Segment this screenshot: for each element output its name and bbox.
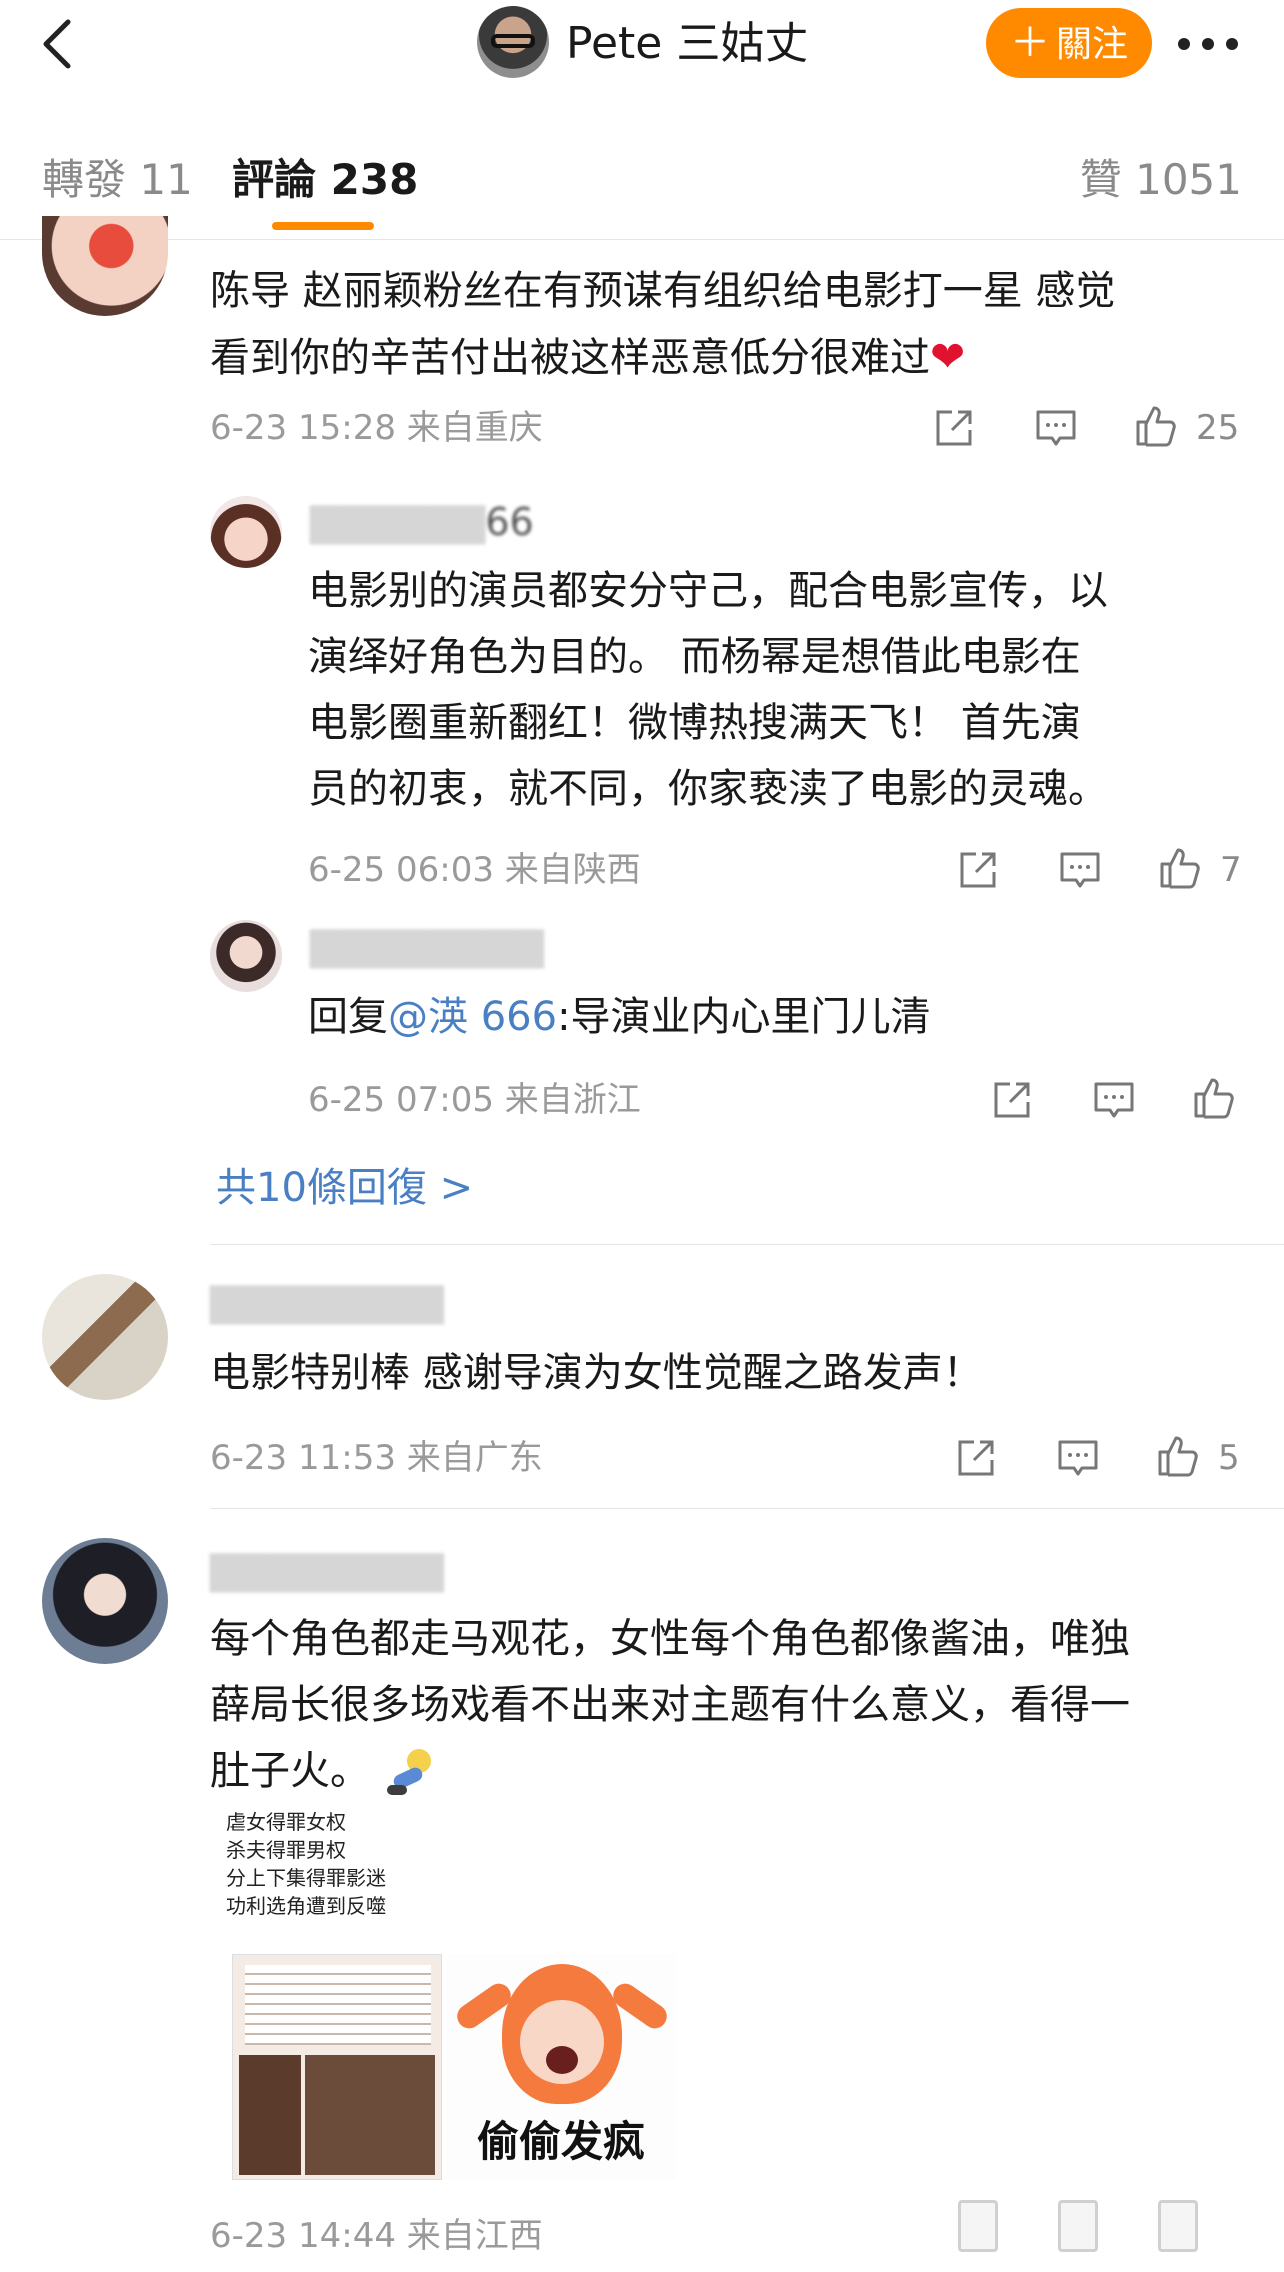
back-arrow-icon[interactable] bbox=[30, 14, 90, 74]
commenter-avatar[interactable] bbox=[42, 1274, 168, 1400]
comment-line: 薛局长很多场戏看不出来对主题有什么意义，看得一 bbox=[210, 1682, 1130, 1728]
comment-line: 肚子火。 bbox=[210, 1748, 370, 1794]
active-tab-indicator bbox=[272, 222, 374, 230]
reply-author-name[interactable]: ▇▇▇▇▇▇66 bbox=[310, 496, 534, 548]
image-text-line: 虐女得罪女权 bbox=[226, 1810, 346, 1834]
comment-icon[interactable] bbox=[1058, 2200, 1098, 2252]
comment-location: 来自重庆 bbox=[406, 408, 543, 448]
comment-icon[interactable] bbox=[1032, 404, 1080, 452]
commenter-avatar[interactable] bbox=[42, 216, 168, 316]
more-replies-link[interactable]: 共10條回復 > bbox=[216, 1160, 473, 1216]
reply-avatar[interactable] bbox=[210, 920, 282, 992]
reply-line: 电影别的演员都安分守己，配合电影宣传，以 bbox=[308, 568, 1108, 614]
like-icon[interactable] bbox=[1154, 1432, 1202, 1480]
comment-icon[interactable] bbox=[1054, 1434, 1102, 1482]
reply-line: 电影圈重新翻红！微博热搜满天飞！ 首先演 bbox=[308, 700, 1081, 746]
reply-line: 演绎好角色为目的。 而杨幂是想借此电影在 bbox=[308, 634, 1081, 680]
follow-button[interactable]: ＋關注 bbox=[986, 8, 1152, 78]
reply-prefix: 回复 bbox=[308, 994, 388, 1040]
reply-time: 6-25 06:03 bbox=[308, 850, 494, 890]
tab-likes[interactable]: 贊 1051 bbox=[1080, 150, 1242, 210]
reply-text: 电影别的演员都安分守己，配合电影宣传，以 演绎好角色为目的。 而杨幂是想借此电影… bbox=[308, 558, 1108, 822]
image-text-line: 分上下集得罪影迷 bbox=[226, 1866, 386, 1890]
comment-time: 6-23 11:53 bbox=[210, 1438, 396, 1478]
comment-time: 6-23 14:44 bbox=[210, 2216, 396, 2256]
reply-meta: 6-25 07:05 来自浙江 bbox=[308, 1078, 641, 1122]
reply-text: 回复@渶 666:导演业内心里门儿清 bbox=[308, 984, 931, 1050]
comment-line: 看到你的辛苦付出被这样恶意低分很难过 bbox=[210, 335, 930, 381]
comment-icon[interactable] bbox=[1090, 1076, 1138, 1124]
like-icon[interactable] bbox=[1132, 402, 1180, 450]
screenshot-thumbnail bbox=[232, 1954, 442, 2180]
share-icon[interactable] bbox=[930, 404, 978, 452]
share-icon[interactable] bbox=[958, 2200, 998, 2252]
comment-divider bbox=[210, 1508, 1284, 1509]
mention-link[interactable]: @渶 666 bbox=[388, 994, 557, 1040]
share-icon[interactable] bbox=[952, 1434, 1000, 1482]
reply-avatar[interactable] bbox=[210, 496, 282, 568]
share-icon[interactable] bbox=[954, 846, 1002, 894]
more-options-icon[interactable] bbox=[1172, 24, 1244, 64]
sticker-caption: 偷偷发疯 bbox=[476, 2117, 645, 2166]
reply-author-name-tail: 66 bbox=[485, 500, 534, 544]
image-text-line: 杀夫得罪男权 bbox=[226, 1838, 346, 1862]
commenter-name[interactable]: ▇▇▇▇▇▇▇▇ bbox=[210, 1276, 444, 1328]
comment-divider bbox=[210, 1244, 1284, 1245]
author-name[interactable]: Pete 三姑丈 bbox=[566, 12, 808, 76]
reply-line: 员的初衷，就不同，你家亵渎了电影的灵魂。 bbox=[308, 766, 1108, 812]
share-icon[interactable] bbox=[988, 1076, 1036, 1124]
commenter-avatar[interactable] bbox=[42, 1538, 168, 1664]
like-icon[interactable] bbox=[1190, 1074, 1238, 1122]
comment-icon[interactable] bbox=[1056, 846, 1104, 894]
comment-meta: 6-23 14:44 来自江西 bbox=[210, 2214, 543, 2258]
reply-body: :导演业内心里门儿清 bbox=[557, 994, 931, 1040]
like-count: 5 bbox=[1218, 1438, 1240, 1478]
author-avatar[interactable] bbox=[477, 6, 549, 78]
reply-location: 来自浙江 bbox=[504, 1080, 641, 1120]
reply-meta: 6-25 06:03 来自陕西 bbox=[308, 848, 641, 892]
comment-meta: 6-23 15:28 来自重庆 bbox=[210, 406, 543, 450]
comment-text: 陈导 赵丽颖粉丝在有预谋有组织给电影打一星 感觉 看到你的辛苦付出被这样恶意低分… bbox=[210, 258, 1115, 391]
comment-image-attachment[interactable]: 虐女得罪女权 杀夫得罪男权 分上下集得罪影迷 功利选角遭到反噬 偷偷发疯 bbox=[210, 1800, 690, 2190]
comment-text: 电影特别棒 感谢导演为女性觉醒之路发声！ bbox=[210, 1350, 983, 1396]
like-icon[interactable] bbox=[1158, 2200, 1198, 2252]
commenter-name[interactable]: ▇▇▇▇▇▇▇▇ bbox=[210, 1544, 444, 1596]
comment-line: 陈导 赵丽颖粉丝在有预谋有组织给电影打一星 感觉 bbox=[210, 268, 1116, 314]
like-count: 7 bbox=[1220, 850, 1242, 890]
comment-line: 每个角色都走马观花，女性每个角色都像酱油，唯独 bbox=[210, 1616, 1130, 1662]
follow-button-label: 關注 bbox=[1055, 24, 1128, 65]
comment-text: 每个角色都走马观花，女性每个角色都像酱油，唯独 薛局长很多场戏看不出来对主题有什… bbox=[210, 1606, 1130, 1804]
reply-time: 6-25 07:05 bbox=[308, 1080, 494, 1120]
monkey-sticker: 偷偷发疯 bbox=[446, 1954, 676, 2180]
tab-reposts[interactable]: 轉發 11 bbox=[42, 150, 193, 210]
heart-emoji-icon: ❤ bbox=[930, 332, 966, 381]
plus-icon: ＋ bbox=[1009, 20, 1050, 66]
tab-comments[interactable]: 評論 238 bbox=[232, 150, 418, 210]
comment-location: 来自江西 bbox=[406, 2216, 543, 2256]
post-tabs: 轉發 11 評論 238 贊 1051 bbox=[0, 110, 1284, 240]
reply-author-name[interactable]: ▇▇▇▇▇▇▇▇ bbox=[310, 920, 544, 972]
like-icon[interactable] bbox=[1156, 844, 1204, 892]
sticker-emoji-icon bbox=[383, 1745, 439, 1801]
like-count: 25 bbox=[1196, 408, 1240, 448]
comment-location: 来自广东 bbox=[406, 1438, 543, 1478]
comment-meta: 6-23 11:53 来自广东 bbox=[210, 1436, 543, 1480]
comment-time: 6-23 15:28 bbox=[210, 408, 396, 448]
reply-location: 来自陕西 bbox=[504, 850, 641, 890]
top-nav-bar: Pete 三姑丈 ＋關注 bbox=[0, 0, 1284, 110]
image-text-line: 功利选角遭到反噬 bbox=[226, 1894, 386, 1918]
